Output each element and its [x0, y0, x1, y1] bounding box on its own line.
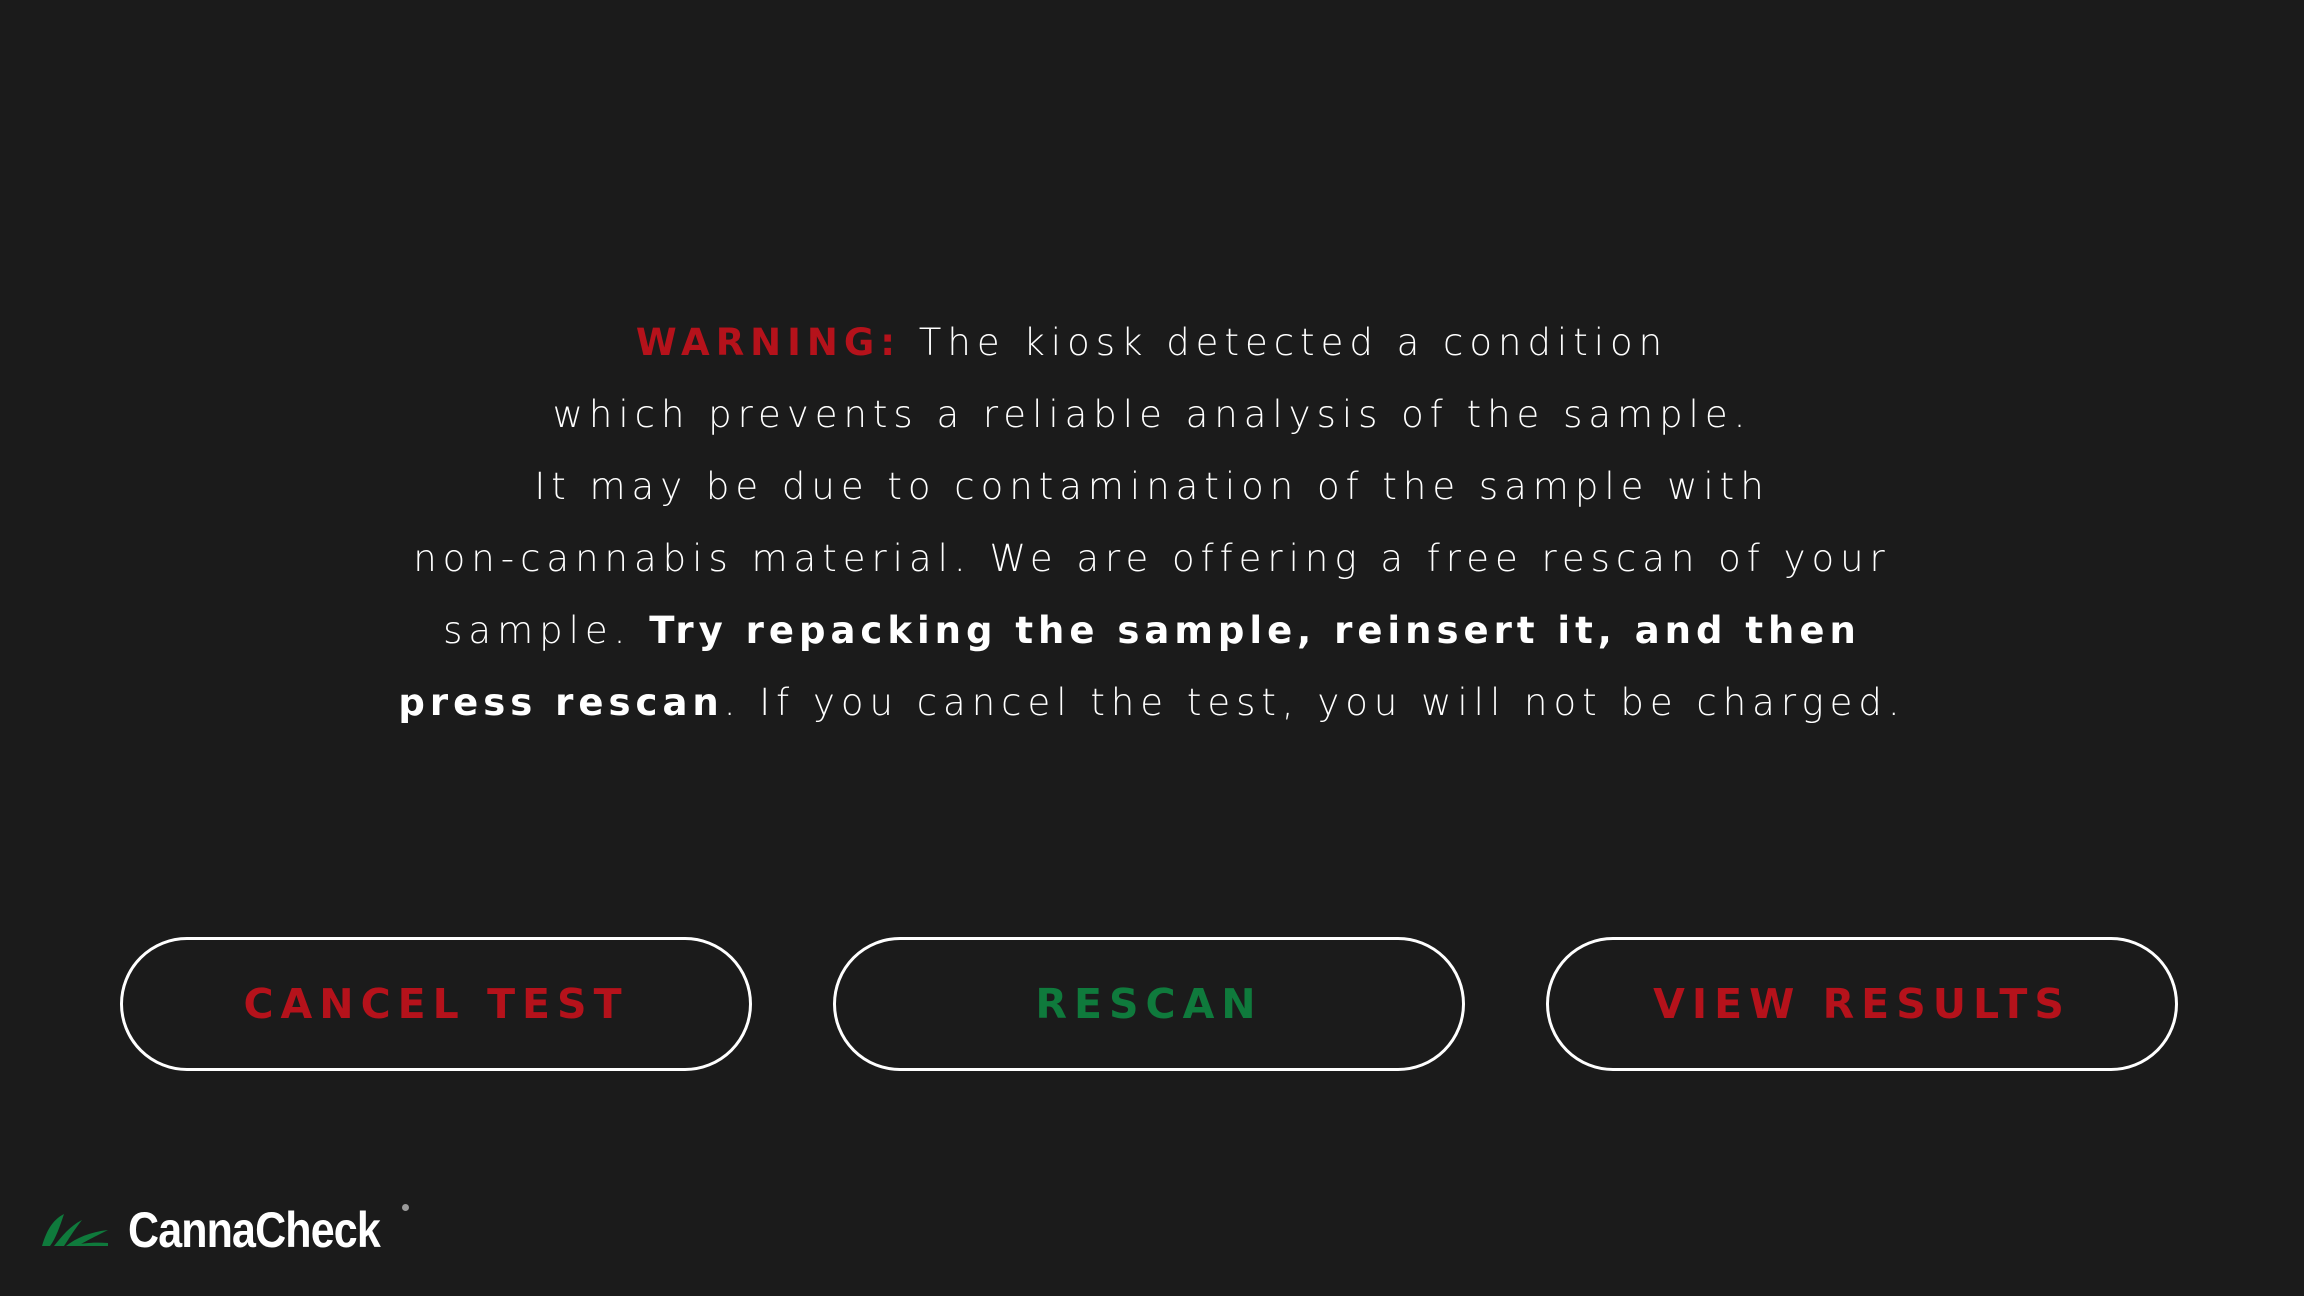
warning-label: WARNING: [635, 321, 902, 364]
repack-instruction: Try repacking the sample, reinsert it, a… [649, 609, 1861, 652]
message-line-4: non-cannabis material. We are offering a… [413, 537, 1891, 580]
message-line-3: It may be due to contamination of the sa… [534, 465, 1770, 508]
message-line-6: press rescan. If you cancel the test, yo… [252, 672, 2052, 744]
message-line-6-text: . If you cancel the test, you will not b… [723, 681, 1906, 724]
warning-message: WARNING: The kiosk detected a condition … [252, 312, 2052, 744]
cannacheck-logo: CannaCheck [40, 1200, 421, 1260]
message-line-5: sample. Try repacking the sample, reinse… [252, 600, 2052, 672]
view-results-button[interactable]: VIEW RESULTS [1546, 937, 2178, 1071]
message-line-2: which prevents a reliable analysis of th… [552, 393, 1752, 436]
cancel-test-button[interactable]: CANCEL TEST [120, 937, 752, 1071]
warning-screen: WARNING: The kiosk detected a condition … [0, 0, 2304, 1296]
message-line-1-text: The kiosk detected a condition [901, 321, 1669, 364]
brand-name: CannaCheck [128, 1202, 381, 1258]
message-line-5-text: sample. [443, 609, 650, 652]
press-rescan-instruction: press rescan [398, 681, 724, 724]
message-line-1: WARNING: The kiosk detected a condition [252, 312, 2052, 384]
leaf-logo-icon [42, 1214, 108, 1246]
rescan-button[interactable]: RESCAN [833, 937, 1465, 1071]
registered-mark-icon [402, 1204, 409, 1211]
